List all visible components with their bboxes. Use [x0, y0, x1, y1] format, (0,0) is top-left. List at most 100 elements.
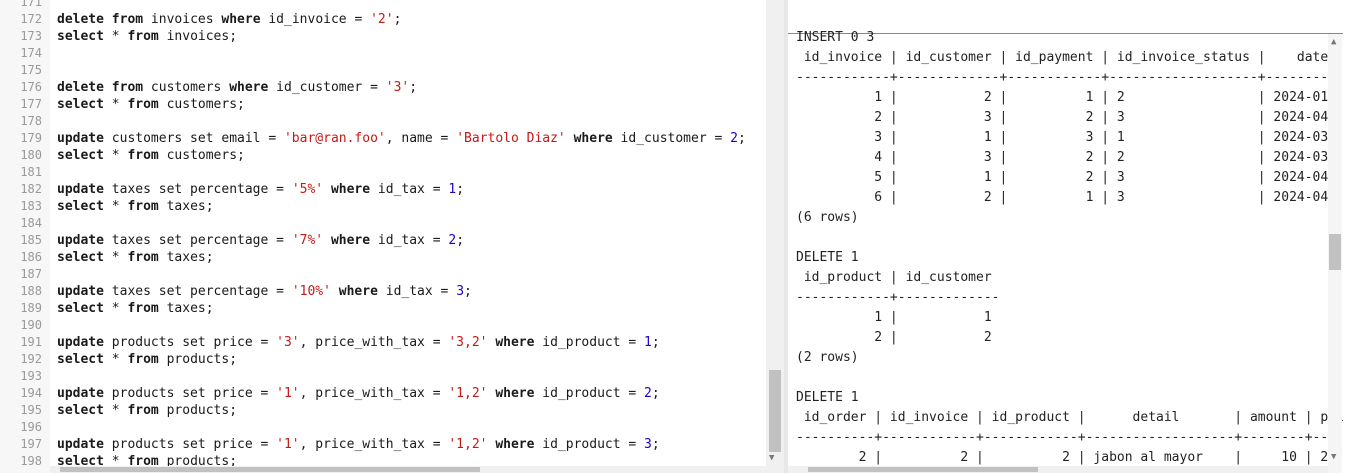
sql-text: id_product = — [534, 335, 645, 350]
sql-text: * — [103, 250, 128, 265]
code-text[interactable]: update taxes set percentage = '5%' where… — [57, 181, 464, 198]
line-number: 184 — [20, 216, 42, 230]
code-text[interactable]: select * from taxes; — [57, 249, 214, 266]
sql-text: products set price = — [103, 437, 277, 452]
code-text[interactable]: update products set price = '1', price_w… — [57, 436, 660, 453]
sql-text: customers — [143, 80, 230, 95]
output-line: (6 rows) — [796, 210, 859, 225]
sql-string: '3' — [385, 80, 410, 95]
sql-keyword: from — [127, 403, 159, 418]
sql-text: , price_with_tax = — [299, 386, 449, 401]
output-line: ------------+-------------+------------+… — [796, 70, 1344, 85]
sql-keyword: select — [57, 301, 104, 316]
sql-text: taxes set percentage = — [103, 284, 292, 299]
sql-editor[interactable]: 171 172 delete from invoices where id_invo… — [0, 0, 784, 473]
code-text[interactable]: update customers set email = 'bar@ran.fo… — [57, 130, 746, 147]
sql-keyword: from — [127, 250, 159, 265]
line-number: 191 — [20, 335, 42, 349]
code-text[interactable]: delete from customers where id_customer … — [57, 79, 417, 96]
sql-text: , price_with_tax = — [299, 437, 449, 452]
output-horizontal-scroll-thumb[interactable] — [808, 467, 1038, 472]
sql-keyword: update — [57, 386, 104, 401]
output-scroll-down-icon[interactable]: ▼ — [1331, 453, 1336, 462]
line-number: 190 — [20, 318, 42, 332]
sql-keyword: delete — [57, 80, 104, 95]
sql-text: id_product = — [534, 386, 645, 401]
output-line: 3 | 1 | 3 | 1 | 2024-03- — [796, 130, 1337, 145]
output-line: ------------+------------- — [796, 290, 1000, 305]
line-number: 192 — [20, 352, 42, 366]
sql-text: products; — [158, 352, 238, 367]
code-text[interactable]: select * from products; — [57, 351, 237, 368]
code-text[interactable]: update taxes set percentage = '7%' where… — [57, 232, 464, 249]
code-text[interactable]: select * from invoices; — [57, 28, 237, 45]
output-line: 4 | 3 | 2 | 2 | 2024-03- — [796, 150, 1337, 165]
code-text[interactable]: select * from taxes; — [57, 198, 214, 215]
sql-string: 'bar@ran.foo' — [283, 131, 386, 146]
output-line: 2 | 2 | 2 | jabon al mayor | 10 | 23, — [796, 450, 1344, 465]
line-number: 175 — [20, 63, 42, 77]
code-text[interactable]: update products set price = '1', price_w… — [57, 385, 660, 402]
line-number: 177 — [20, 97, 42, 111]
output-line: id_order | id_invoice | id_product | det… — [796, 410, 1344, 425]
code-text[interactable]: update taxes set percentage = '10%' wher… — [57, 283, 472, 300]
sql-text: id_tax = — [377, 284, 457, 299]
line-number: 187 — [20, 267, 42, 281]
sql-keyword: delete — [57, 12, 104, 27]
output-line: 2 | 3 | 2 | 3 | 2024-04- — [796, 110, 1337, 125]
sql-keyword: update — [57, 437, 104, 452]
sql-keyword: select — [57, 97, 104, 112]
sql-keyword: select — [57, 199, 104, 214]
sql-string: '3' — [276, 335, 300, 350]
editor-horizontal-scroll-thumb[interactable] — [60, 467, 480, 472]
code-text[interactable]: update products set price = '3', price_w… — [57, 334, 660, 351]
sql-string: '3,2' — [448, 335, 488, 350]
line-number: 178 — [20, 114, 42, 128]
sql-string: '5%' — [291, 182, 324, 197]
sql-keyword: where — [229, 80, 269, 95]
line-number: 189 — [20, 301, 42, 315]
sql-keyword: from — [127, 352, 159, 367]
sql-string: '2' — [370, 12, 394, 27]
sql-text: taxes set percentage = — [103, 182, 292, 197]
sql-text: products set price = — [103, 335, 277, 350]
editor-vertical-scroll-thumb[interactable] — [769, 370, 781, 452]
sql-number: 3 — [456, 284, 465, 299]
sql-keyword: update — [57, 233, 104, 248]
output-line: ----------+------------+------------+---… — [796, 430, 1344, 445]
line-number: 195 — [20, 403, 42, 417]
sql-number: 2 — [644, 386, 652, 401]
sql-text: customers set email = — [103, 131, 284, 146]
sql-text: id_customer = — [612, 131, 731, 146]
output-line: (2 rows) — [796, 350, 859, 365]
line-number: 197 — [20, 437, 42, 451]
code-text[interactable]: select * from products; — [57, 402, 237, 419]
line-number: 198 — [20, 454, 42, 468]
sql-text: , price_with_tax = — [299, 335, 449, 350]
sql-keyword: where — [495, 335, 535, 350]
output-scroll-up-icon[interactable]: ▲ — [1331, 38, 1336, 47]
code-text[interactable]: select * from taxes; — [57, 300, 214, 317]
output-line: INSERT 0 3 — [796, 30, 875, 45]
line-number: 181 — [20, 165, 42, 179]
code-text[interactable]: delete from invoices where id_invoice = … — [57, 11, 401, 28]
line-number: 180 — [20, 148, 42, 162]
sql-text: taxes; — [158, 250, 214, 265]
sql-keyword: from — [111, 12, 144, 27]
sql-string: '10%' — [291, 284, 331, 299]
sql-string: '1,2' — [448, 437, 488, 452]
editor-scroll-down-icon[interactable]: ▼ — [769, 454, 774, 463]
sql-text: taxes; — [158, 301, 214, 316]
code-text[interactable]: select * from customers; — [57, 96, 245, 113]
sql-keyword: from — [127, 29, 159, 44]
code-text[interactable]: select * from customers; — [57, 147, 245, 164]
output-line: DELETE 1 — [796, 390, 859, 405]
line-number: 171 — [20, 0, 42, 9]
output-vertical-scroll-thumb[interactable] — [1329, 234, 1341, 270]
sql-number: 2 — [730, 131, 738, 146]
sql-text: ; — [651, 335, 660, 350]
sql-keyword: select — [57, 148, 104, 163]
line-number: 188 — [20, 284, 42, 298]
